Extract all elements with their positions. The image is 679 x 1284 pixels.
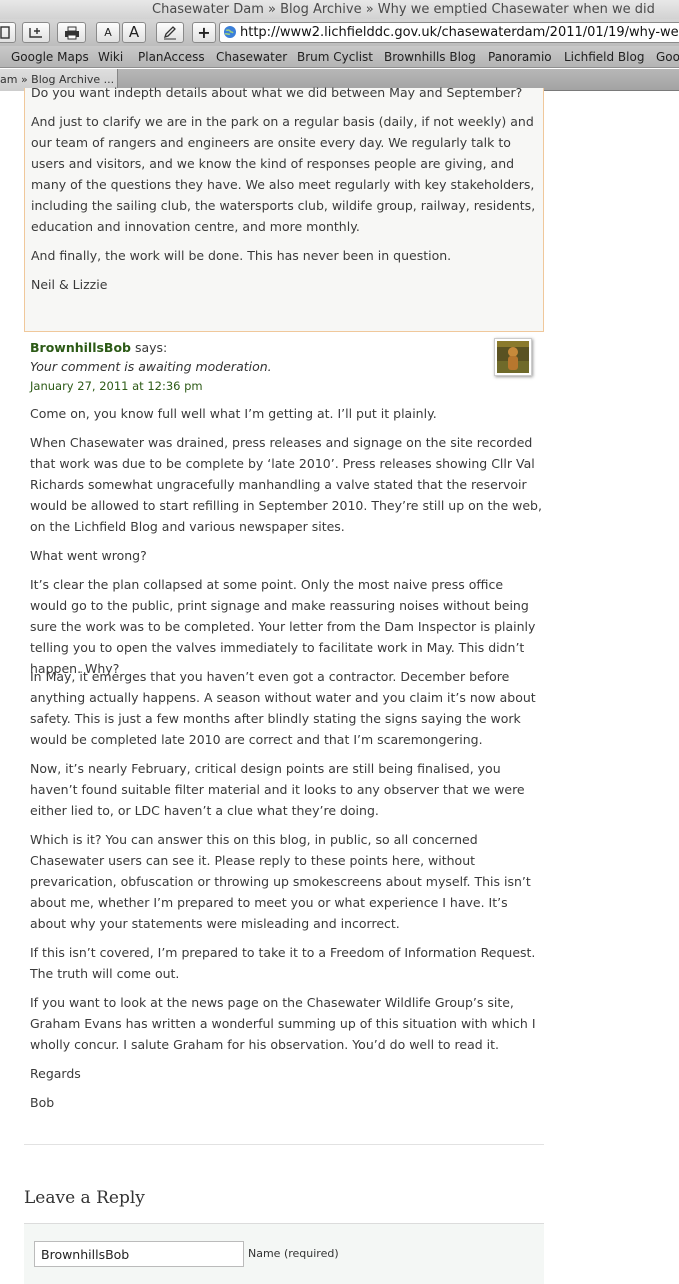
comment-paragraph: If this isn’t covered, I’m prepared to t… bbox=[30, 945, 536, 981]
name-field-label: Name (required) bbox=[248, 1247, 339, 1260]
globe-icon bbox=[223, 25, 237, 42]
comment-signature: Bob bbox=[30, 1095, 55, 1110]
avatar bbox=[494, 338, 532, 376]
bookmark-wiki[interactable]: Wiki bbox=[98, 50, 123, 64]
print-icon[interactable] bbox=[57, 22, 86, 43]
comment-paragraph: In May, it emerges that you haven’t even… bbox=[30, 669, 536, 747]
moderation-notice: Your comment is awaiting moderation. bbox=[30, 359, 272, 374]
edit-icon[interactable] bbox=[156, 22, 184, 43]
add-bookmark-icon[interactable] bbox=[22, 22, 50, 43]
name-field[interactable] bbox=[34, 1241, 244, 1267]
reply-form-title: Leave a Reply bbox=[24, 1188, 145, 1208]
address-bar[interactable]: http://www2.lichfielddc.gov.uk/chasewate… bbox=[219, 22, 679, 43]
bookmark-icon[interactable] bbox=[0, 22, 16, 43]
comment-paragraph: What went wrong? bbox=[30, 548, 147, 563]
comment-paragraph: Now, it’s nearly February, critical desi… bbox=[30, 761, 525, 818]
bookmark-brownhills-blog[interactable]: Brownhills Blog bbox=[384, 50, 476, 64]
browser-toolbar: A A + http://www2.lichfielddc.gov.uk/cha… bbox=[0, 19, 679, 46]
bookmark-panoramio[interactable]: Panoramio bbox=[488, 50, 552, 64]
add-tab-button[interactable]: + bbox=[192, 22, 216, 43]
comment-date-link[interactable]: January 27, 2011 at 12:36 pm bbox=[30, 379, 203, 393]
comment-author-link[interactable]: BrownhillsBob bbox=[30, 340, 131, 355]
bookmark-brum-cyclist[interactable]: Brum Cyclist bbox=[297, 50, 373, 64]
reply-signature: Neil & Lizzie bbox=[31, 277, 108, 292]
reply-paragraph: And finally, the work will be done. This… bbox=[31, 248, 452, 263]
comment-author-line: BrownhillsBob says: bbox=[30, 340, 167, 355]
font-smaller-button[interactable]: A bbox=[96, 22, 120, 43]
comment-divider bbox=[24, 1144, 544, 1145]
url-text: http://www2.lichfielddc.gov.uk/chasewate… bbox=[240, 25, 679, 40]
window-title-bar: Chasewater Dam » Blog Archive » Why we e… bbox=[0, 0, 679, 19]
comment-paragraph: Regards bbox=[30, 1066, 81, 1081]
reply-paragraph: And just to clarify we are in the park o… bbox=[31, 114, 536, 234]
comment-says: says: bbox=[130, 340, 168, 355]
comment-paragraph: Which is it? You can answer this on this… bbox=[30, 832, 531, 931]
comment-paragraph: If you want to look at the news page on … bbox=[30, 995, 536, 1052]
bookmark-google-maps[interactable]: Google Maps bbox=[11, 50, 89, 64]
bookmark-google[interactable]: Goo bbox=[656, 50, 679, 64]
bookmarks-bar: Google Maps Wiki PlanAccess Chasewater B… bbox=[0, 46, 679, 68]
comment-paragraph: Come on, you know full well what I’m get… bbox=[30, 406, 437, 421]
bookmark-lichfield-blog[interactable]: Lichfield Blog bbox=[564, 50, 644, 64]
bookmark-chasewater[interactable]: Chasewater bbox=[216, 50, 287, 64]
comment-paragraph: When Chasewater was drained, press relea… bbox=[30, 435, 542, 534]
reply-quote-block: Do you want indepth details about what w… bbox=[24, 85, 544, 332]
comment-paragraph: It’s clear the plan collapsed at some po… bbox=[30, 577, 536, 676]
font-larger-button[interactable]: A bbox=[122, 22, 146, 43]
reply-paragraph: Do you want indepth details about what w… bbox=[31, 85, 523, 100]
avatar-image bbox=[497, 341, 529, 373]
window-title: Chasewater Dam » Blog Archive » Why we e… bbox=[152, 2, 655, 17]
bookmark-planaccess[interactable]: PlanAccess bbox=[138, 50, 205, 64]
